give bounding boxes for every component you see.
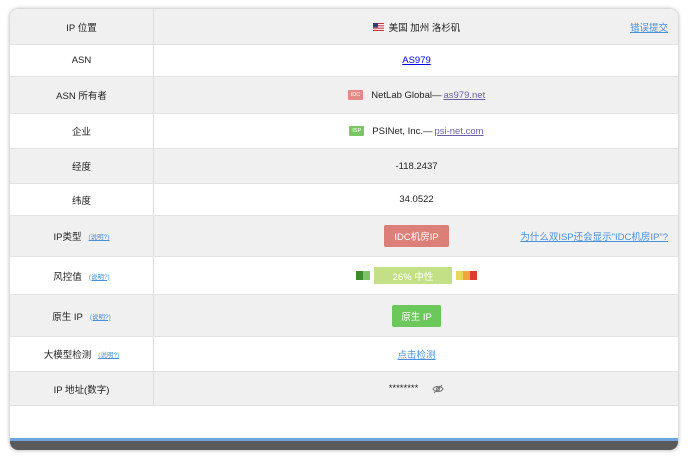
label-llm-detect: 大模型检测: [43, 350, 92, 361]
why-idc-link[interactable]: 为什么双ISP还会显示"IDC机房IP"?: [520, 229, 668, 243]
ip-type-badge: IDC机房IP: [384, 225, 449, 247]
row-company: 企业 ISP PSINet, Inc.— psi-net.com: [10, 114, 678, 149]
risk-seg-5: [470, 271, 477, 280]
row-asn: ASN AS979: [10, 45, 678, 77]
us-flag-icon: [372, 22, 384, 31]
latitude-value: 34.0522: [399, 194, 434, 205]
company-link[interactable]: psi-net.com: [434, 126, 483, 137]
risk-seg-4: [463, 271, 470, 280]
row-latitude: 纬度 34.0522: [10, 184, 678, 216]
label-ip-numeric: IP 地址(数字): [10, 372, 154, 405]
asn-link[interactable]: AS979: [402, 55, 431, 66]
label-asn: ASN: [10, 45, 154, 76]
ip-type-help-link[interactable]: (说明?): [89, 231, 110, 241]
ip-location-value: 美国 加州 洛杉矶: [388, 22, 461, 34]
row-longitude: 经度 -118.2437: [10, 149, 678, 184]
label-longitude: 经度: [10, 149, 154, 183]
row-ip-type: IP类型 (说明?) IDC机房IP 为什么双ISP还会显示"IDC机房IP"?: [10, 216, 678, 257]
row-risk: 风控值 (说明?) 26% 中性: [10, 257, 678, 295]
risk-help-link[interactable]: (说明?): [89, 271, 110, 281]
risk-meter: 26% 中性: [356, 267, 477, 284]
llm-detect-link[interactable]: 点击检测: [397, 347, 435, 361]
label-risk: 风控值: [53, 271, 82, 283]
row-asn-owner: ASN 所有者 IDC NetLab Global— as979.net: [10, 77, 678, 114]
bottom-bar: [10, 438, 678, 450]
asn-owner-link[interactable]: as979.net: [443, 90, 485, 101]
native-ip-help-link[interactable]: (说明?): [90, 311, 111, 321]
longitude-value: -118.2437: [395, 160, 438, 172]
row-ip-numeric: IP 地址(数字) ********: [10, 372, 678, 406]
company-name: PSINet, Inc.—: [372, 125, 433, 137]
label-asn-owner: ASN 所有者: [10, 77, 154, 113]
label-latitude: 纬度: [10, 184, 154, 215]
isp-tag: ISP: [349, 126, 365, 136]
label-ip-location: IP 位置: [10, 9, 154, 44]
risk-value-bar: 26% 中性: [374, 267, 452, 284]
ip-info-table: IP 位置 美国 加州 洛杉矶 错误提交 ASN AS979 ASN 所有者 I…: [10, 9, 678, 450]
asn-owner-name: NetLab Global—: [371, 89, 442, 101]
risk-seg-1: [356, 271, 363, 280]
row-llm-detect: 大模型检测 (说明?) 点击检测: [10, 337, 678, 372]
risk-seg-3: [456, 271, 463, 280]
risk-seg-2: [363, 271, 370, 280]
label-ip-type: IP类型: [53, 232, 82, 243]
row-ip-location: IP 位置 美国 加州 洛杉矶 错误提交: [10, 9, 678, 45]
row-native-ip: 原生 IP (说明?) 原生 IP: [10, 295, 678, 337]
label-native-ip: 原生 IP: [52, 311, 83, 323]
native-ip-badge: 原生 IP: [392, 304, 441, 327]
llm-detect-help-link[interactable]: (说明?): [98, 349, 119, 359]
label-company: 企业: [10, 114, 154, 148]
ip-numeric-masked: ********: [388, 383, 419, 394]
eye-off-icon[interactable]: [432, 384, 444, 394]
report-error-link[interactable]: 错误提交: [630, 20, 668, 34]
idc-tag: IDC: [347, 90, 364, 100]
